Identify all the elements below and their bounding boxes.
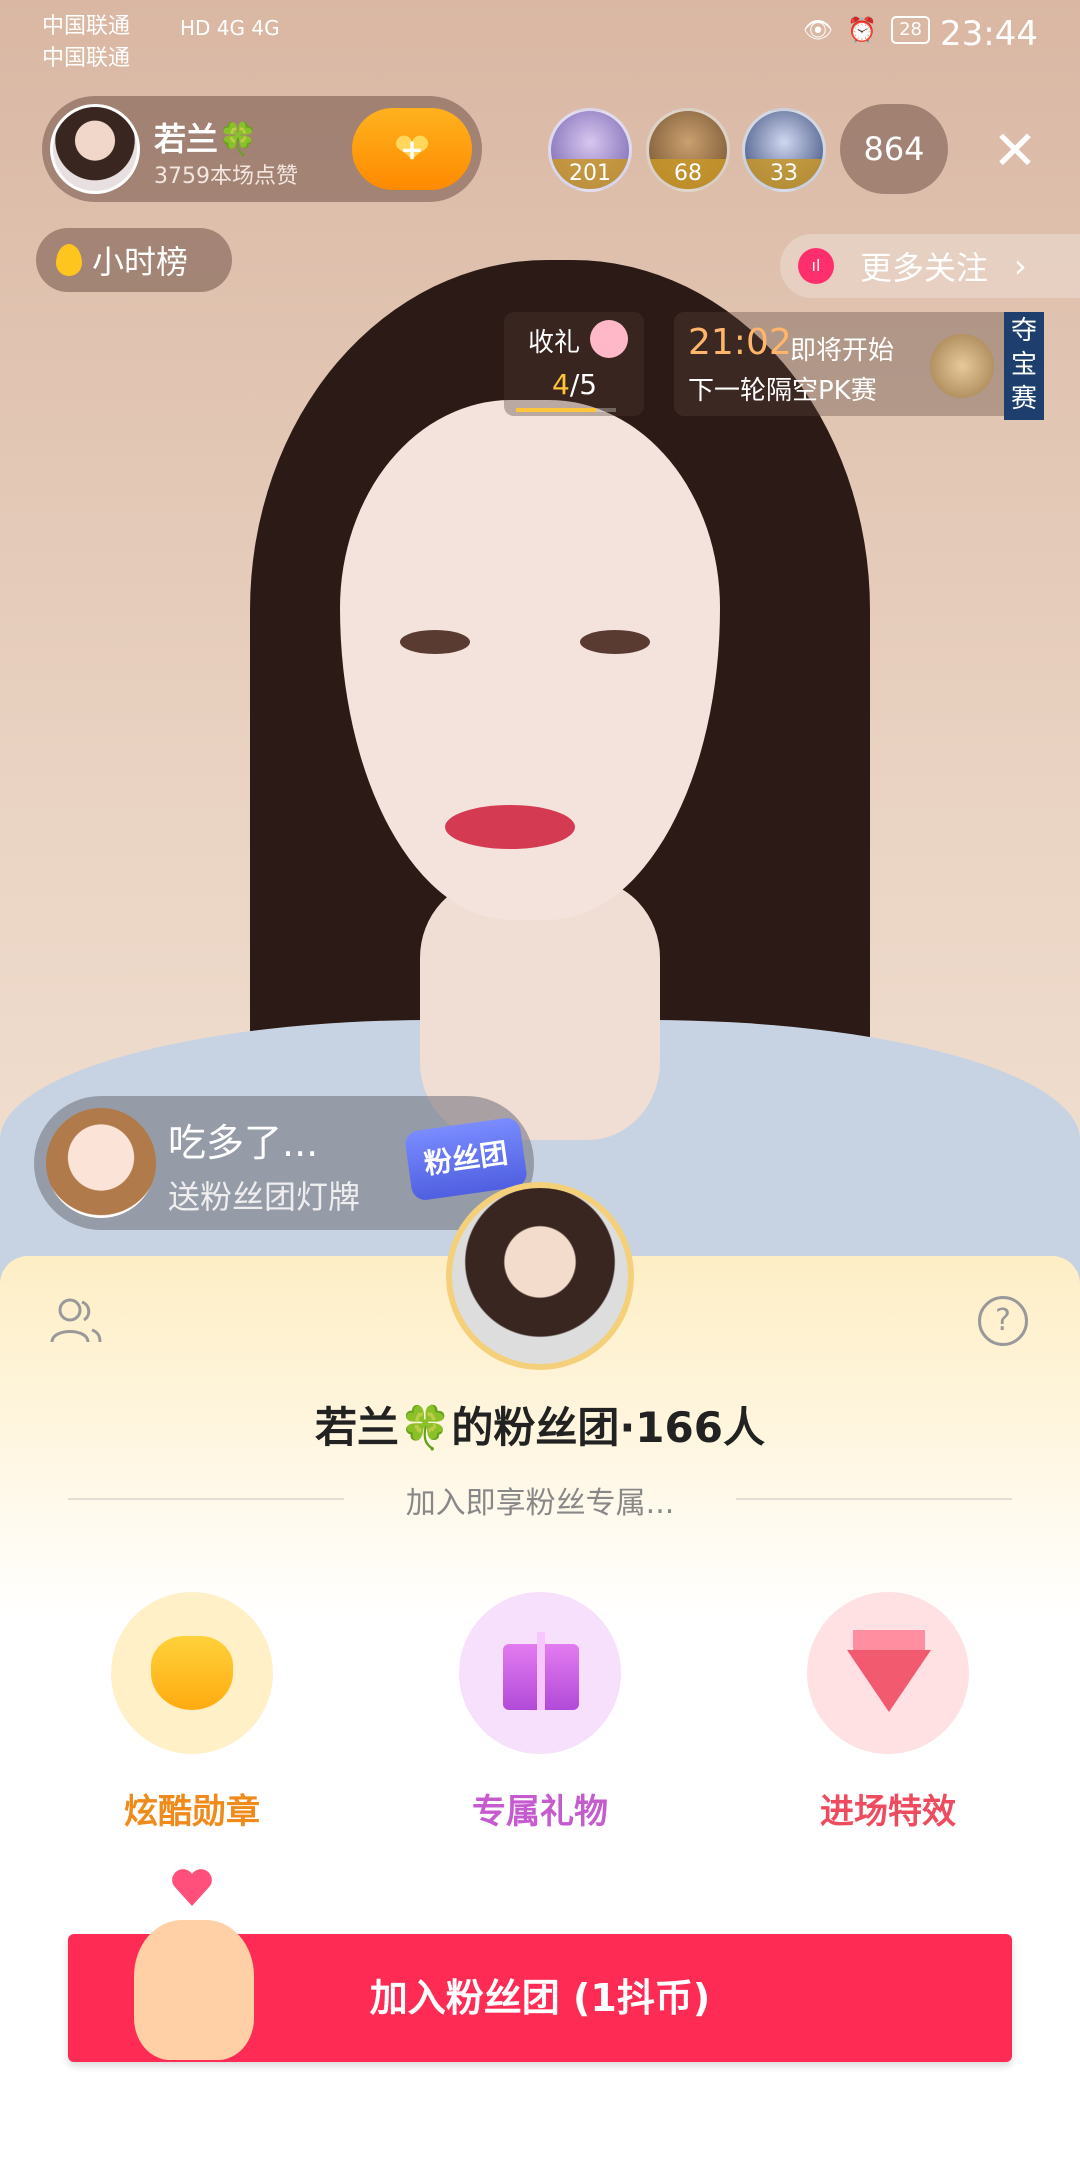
battery-icon: 28 [891, 16, 930, 44]
viewer-avatar[interactable]: 68 [646, 108, 730, 192]
viewer-avatar[interactable]: 33 [742, 108, 826, 192]
status-icons: 👁 ⏰ 28 [803, 16, 930, 44]
streamer-eye-left [400, 630, 470, 654]
hourly-rank-label: 小时榜 [92, 243, 189, 281]
close-icon[interactable]: ✕ [980, 116, 1050, 186]
live-bars-icon: ıl [798, 248, 834, 284]
fan-club-title: 若兰🍀的粉丝团·166人 [315, 1403, 765, 1452]
viewer-count-button[interactable]: 864 [840, 104, 948, 194]
host-likes: 3759本场点赞 [154, 164, 298, 189]
perk-entrance[interactable]: 进场特效 [778, 1592, 998, 1833]
finger-heart-hand-icon [134, 1920, 254, 2060]
gift-task-progress-bar [516, 408, 616, 412]
streamer-lips [445, 805, 575, 849]
pk-next-label: 下一轮隔空PK赛 [688, 376, 877, 406]
perk-label: 进场特效 [820, 1792, 956, 1832]
pk-soon-label: 即将开始 [790, 336, 895, 366]
gift-box-icon [459, 1592, 621, 1754]
perk-label: 专属礼物 [472, 1792, 608, 1832]
gifter-avatar [46, 1108, 156, 1218]
host-avatar-large [446, 1182, 634, 1370]
carrier-label-2: 中国联通 [42, 46, 131, 71]
pk-banner[interactable]: 21:02 即将开始 下一轮隔空PK赛 [674, 312, 1004, 416]
perk-gift[interactable]: 专属礼物 [430, 1592, 650, 1833]
viewer-avatar[interactable]: 201 [548, 108, 632, 192]
host-info[interactable]: 若兰🍀 3759本场点赞 ❤ + [42, 96, 482, 202]
flower-icon [590, 320, 628, 358]
perk-label: 炫酷勋章 [124, 1792, 260, 1832]
viewer-score: 33 [745, 159, 823, 189]
gifter-name: 吃多了... [168, 1121, 319, 1165]
flame-drop-icon [56, 244, 82, 276]
fan-club-subtitle: 加入即享粉丝专属... [405, 1486, 675, 1521]
treasure-tag[interactable]: 夺宝赛 [1004, 312, 1044, 420]
status-bar: 中国联通 中国联通 HD 4G 4G 👁 ⏰ 28 23:44 [0, 0, 1080, 72]
host-avatar[interactable] [50, 104, 140, 194]
pk-countdown: 21:02 [688, 322, 792, 363]
gift-description: 送粉丝团灯牌 [168, 1178, 361, 1216]
heart-icon [172, 1869, 212, 1906]
network-indicators: HD 4G 4G [180, 16, 280, 40]
plus-icon: + [400, 132, 424, 166]
help-icon[interactable]: ? [978, 1296, 1028, 1346]
eye-icon: 👁 [802, 16, 834, 44]
streamer-eye-right [580, 630, 650, 654]
carrier-label: 中国联通 [42, 14, 131, 39]
heart-badge-icon [111, 1592, 273, 1754]
host-name: 若兰🍀 [154, 120, 258, 158]
clock: 23:44 [940, 14, 1038, 54]
viewer-score: 68 [649, 159, 727, 189]
viewer-score: 201 [551, 159, 629, 189]
divider [736, 1498, 1012, 1500]
members-icon[interactable] [46, 1290, 106, 1350]
alarm-icon: ⏰ [847, 16, 878, 44]
hourly-rank-button[interactable]: 小时榜 [36, 228, 232, 292]
perk-medal[interactable]: 炫酷勋章 [82, 1592, 302, 1833]
follow-button[interactable]: ❤ + [352, 108, 472, 190]
gift-task-label: 收礼 [528, 328, 581, 358]
diamond-icon [807, 1592, 969, 1754]
gift-task-progress: 4/5 [552, 368, 598, 401]
more-follow-button[interactable]: ıl 更多关注 › [780, 234, 1080, 298]
more-follow-label: 更多关注 [860, 249, 989, 287]
coin-icon [930, 334, 994, 398]
chevron-right-icon: › [1014, 247, 1027, 285]
gift-task-widget[interactable]: 收礼 4/5 [504, 312, 644, 416]
